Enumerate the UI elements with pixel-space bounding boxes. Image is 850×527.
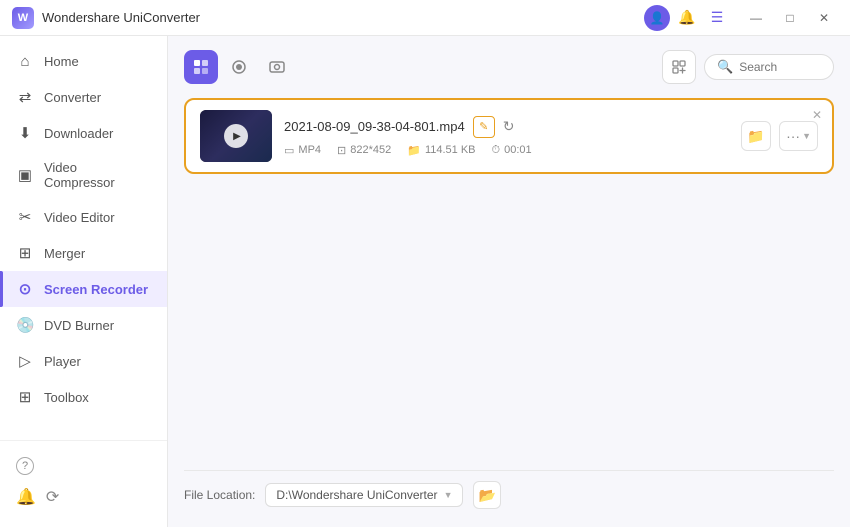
card-right: 📁 ··· ▼ <box>741 121 818 151</box>
tab-button-2[interactable] <box>222 50 256 84</box>
sidebar-item-label: Home <box>44 54 79 69</box>
size-icon: 📁 <box>407 144 421 157</box>
sidebar-item-video-compressor[interactable]: ▣ Video Compressor <box>0 151 167 199</box>
browse-folder-button[interactable]: 📂 <box>473 481 501 509</box>
file-card: ✕ ▶ 2021-08-09_09-38-04-801.mp4 ✎ ↻ ▭ <box>184 98 834 174</box>
converter-icon: ⇄ <box>16 88 34 106</box>
duration-icon: ⏱ <box>492 144 501 157</box>
sidebar-item-label: Merger <box>44 246 85 261</box>
sidebar-item-label: Video Editor <box>44 210 115 225</box>
sidebar-item-downloader[interactable]: ⬇ Downloader <box>0 115 167 151</box>
meta-resolution: ⊡ 822*452 <box>337 144 391 157</box>
more-dots-icon: ··· <box>786 128 800 144</box>
file-name-row: 2021-08-09_09-38-04-801.mp4 ✎ ↻ <box>284 116 741 138</box>
sidebar-item-label: Video Compressor <box>44 160 151 190</box>
sidebar-item-video-editor[interactable]: ✂ Video Editor <box>0 199 167 235</box>
format-icon: ▭ <box>284 144 294 157</box>
tab-group <box>184 50 294 84</box>
sidebar: ⌂ Home ⇄ Converter ⬇ Downloader ▣ Video … <box>0 36 168 527</box>
sidebar-item-label: Converter <box>44 90 101 105</box>
video-compressor-icon: ▣ <box>16 166 34 184</box>
file-location-select[interactable]: D:\Wondershare UniConverter ▼ <box>265 483 463 507</box>
app-title: Wondershare UniConverter <box>42 10 200 25</box>
footer: File Location: D:\Wondershare UniConvert… <box>184 470 834 513</box>
main-content: 🔍 ✕ ▶ 2021-08-09_09-38-04-801.mp4 ✎ ↻ <box>168 36 850 527</box>
sidebar-item-label: DVD Burner <box>44 318 114 333</box>
sidebar-item-home[interactable]: ⌂ Home <box>0 44 167 79</box>
home-icon: ⌂ <box>16 53 34 70</box>
tab-button-1[interactable] <box>184 50 218 84</box>
minimize-button[interactable]: — <box>742 8 770 28</box>
bell-bottom-icon[interactable]: 🔔 <box>16 487 36 507</box>
refresh-icon[interactable]: ↻ <box>503 118 515 135</box>
meta-format: ▭ MP4 <box>284 144 321 157</box>
close-button[interactable]: ✕ <box>810 8 838 28</box>
file-thumbnail: ▶ <box>200 110 272 162</box>
sidebar-item-label: Toolbox <box>44 390 89 405</box>
sidebar-item-screen-recorder[interactable]: ⊙ Screen Recorder <box>0 271 167 307</box>
top-bar: 🔍 <box>184 50 834 84</box>
close-card-button[interactable]: ✕ <box>808 106 826 124</box>
search-input[interactable] <box>739 60 821 74</box>
play-button[interactable]: ▶ <box>224 124 248 148</box>
app-body: ⌂ Home ⇄ Converter ⬇ Downloader ▣ Video … <box>0 36 850 527</box>
titlebar-icons: 👤 🔔 ☰ <box>644 5 730 31</box>
resolution-icon: ⊡ <box>337 144 346 157</box>
downloader-icon: ⬇ <box>16 124 34 142</box>
app-logo: W <box>12 7 34 29</box>
size-value: 114.51 KB <box>425 144 476 156</box>
titlebar: W Wondershare UniConverter 👤 🔔 ☰ — □ ✕ <box>0 0 850 36</box>
file-location-label: File Location: <box>184 488 255 502</box>
file-info: 2021-08-09_09-38-04-801.mp4 ✎ ↻ ▭ MP4 ⊡ … <box>284 116 741 157</box>
bell-icon-btn[interactable]: 🔔 <box>674 5 700 31</box>
feedback-icon[interactable]: ⟳ <box>46 487 59 507</box>
maximize-button[interactable]: □ <box>776 8 804 28</box>
screen-recorder-icon: ⊙ <box>16 280 34 298</box>
open-folder-button[interactable]: 📁 <box>741 121 771 151</box>
sidebar-item-player[interactable]: ▷ Player <box>0 343 167 379</box>
file-meta: ▭ MP4 ⊡ 822*452 📁 114.51 KB ⏱ <box>284 144 741 157</box>
file-name: 2021-08-09_09-38-04-801.mp4 <box>284 119 465 134</box>
file-location-path: D:\Wondershare UniConverter <box>276 488 437 502</box>
sidebar-item-toolbox[interactable]: ⊞ Toolbox <box>0 379 167 415</box>
meta-size: 📁 114.51 KB <box>407 144 475 157</box>
dropdown-arrow-icon: ▼ <box>444 490 453 500</box>
active-indicator <box>0 271 3 307</box>
add-files-button[interactable] <box>662 50 696 84</box>
player-icon: ▷ <box>16 352 34 370</box>
top-right: 🔍 <box>662 50 834 84</box>
chevron-down-icon: ▼ <box>802 131 811 141</box>
format-value: MP4 <box>298 144 321 156</box>
profile-icon-btn[interactable]: 👤 <box>644 5 670 31</box>
titlebar-controls: — □ ✕ <box>742 8 838 28</box>
edit-filename-button[interactable]: ✎ <box>473 116 495 138</box>
folder-open-icon: 📂 <box>479 487 496 504</box>
help-icon: ? <box>16 457 34 475</box>
sidebar-item-label: Player <box>44 354 81 369</box>
sidebar-bottom: ? 🔔 ⟳ <box>0 440 167 519</box>
titlebar-left: W Wondershare UniConverter <box>12 7 200 29</box>
card-left: ▶ 2021-08-09_09-38-04-801.mp4 ✎ ↻ ▭ MP4 <box>200 110 741 162</box>
meta-duration: ⏱ 00:01 <box>492 144 532 157</box>
more-options-button[interactable]: ··· ▼ <box>779 121 818 151</box>
merger-icon: ⊞ <box>16 244 34 262</box>
search-box: 🔍 <box>704 54 834 80</box>
sidebar-item-converter[interactable]: ⇄ Converter <box>0 79 167 115</box>
toolbox-icon: ⊞ <box>16 388 34 406</box>
sidebar-item-dvd-burner[interactable]: 💿 DVD Burner <box>0 307 167 343</box>
content-area <box>184 184 834 470</box>
video-editor-icon: ✂ <box>16 208 34 226</box>
search-icon: 🔍 <box>717 59 733 75</box>
sidebar-item-label: Downloader <box>44 126 113 141</box>
resolution-value: 822*452 <box>350 144 391 156</box>
dvd-burner-icon: 💿 <box>16 316 34 334</box>
tab-button-3[interactable] <box>260 50 294 84</box>
duration-value: 00:01 <box>504 144 532 156</box>
menu-icon-btn[interactable]: ☰ <box>704 5 730 31</box>
sidebar-item-label: Screen Recorder <box>44 282 148 297</box>
sidebar-bottom-help[interactable]: ? <box>0 449 167 483</box>
sidebar-item-merger[interactable]: ⊞ Merger <box>0 235 167 271</box>
